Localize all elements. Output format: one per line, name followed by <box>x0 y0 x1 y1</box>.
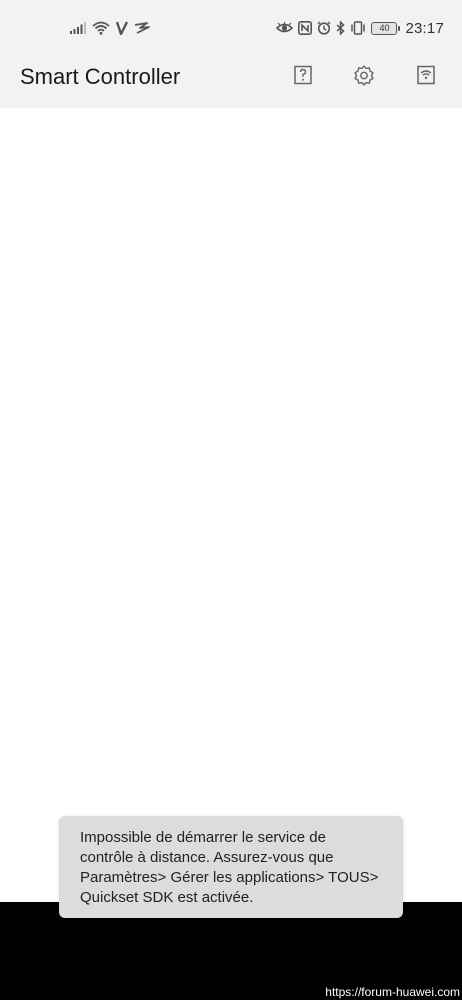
vibrate-icon <box>350 21 366 35</box>
toast-text: Impossible de démarrer le service de con… <box>80 829 379 906</box>
status-bar: 40 23:17 <box>0 0 462 58</box>
settings-icon <box>353 64 375 91</box>
battery-level: 40 <box>379 23 390 33</box>
wifi-remote-button[interactable] <box>415 65 437 90</box>
help-icon <box>293 65 313 90</box>
bluetooth-icon <box>336 21 346 35</box>
help-button[interactable] <box>292 65 314 90</box>
toast-message: Impossible de démarrer le service de con… <box>59 816 403 918</box>
wifi-remote-icon <box>416 65 436 90</box>
status-right-icons: 40 23:17 <box>276 18 444 38</box>
app-title: Smart Controller <box>20 64 181 89</box>
eye-comfort-icon <box>276 22 294 34</box>
swiftkey-icon <box>134 22 150 34</box>
v-logo-icon <box>116 21 128 35</box>
nfc-icon <box>298 21 313 35</box>
settings-button[interactable] <box>353 64 375 91</box>
wifi-icon <box>92 21 110 35</box>
app-bar: Smart Controller <box>0 58 462 108</box>
signal-icon <box>70 22 86 34</box>
main-content <box>0 108 462 902</box>
status-time: 23:17 <box>405 19 444 37</box>
status-left-icons <box>70 18 150 38</box>
battery-icon: 40 <box>371 21 401 35</box>
watermark: https://forum-huawei.com <box>325 985 460 999</box>
alarm-icon <box>317 21 331 35</box>
